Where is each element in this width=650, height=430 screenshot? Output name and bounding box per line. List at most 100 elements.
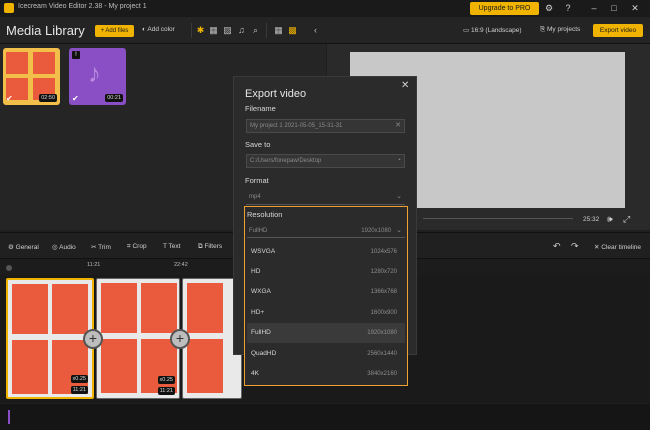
resolution-option[interactable]: HD 1280x720 xyxy=(247,262,405,282)
audio-track[interactable] xyxy=(0,404,650,430)
seek-bar[interactable] xyxy=(423,218,573,219)
chevron-down-icon: ⌄ xyxy=(396,193,402,200)
save-to-label: Save to xyxy=(245,140,271,149)
my-projects-button[interactable]: ⎘ My projects xyxy=(540,26,580,34)
clear-timeline-button[interactable]: ✕ Clear timeline xyxy=(594,243,641,251)
app-logo-icon xyxy=(4,3,14,13)
option-value: 1366x768 xyxy=(370,289,397,295)
aspect-ratio-button[interactable]: ▭ 16:9 (Landscape) xyxy=(463,26,522,34)
divider xyxy=(266,23,267,38)
option-value: 1920x1080 xyxy=(367,330,397,336)
add-transition-button[interactable]: + xyxy=(83,329,103,349)
fullscreen-icon[interactable]: ⤢ xyxy=(623,214,630,225)
divider xyxy=(191,23,192,38)
help-icon[interactable]: ? xyxy=(563,3,573,13)
tool-label: Crop xyxy=(132,243,147,250)
chevron-down-icon: ⌄ xyxy=(396,227,402,234)
minimize-icon[interactable]: – xyxy=(589,3,599,13)
playhead xyxy=(8,410,10,424)
add-color-button[interactable]: ◐ Add color xyxy=(142,26,175,33)
general-tool[interactable]: ⚙ General xyxy=(8,243,39,251)
image-filter-icon[interactable]: ▨ xyxy=(222,25,233,36)
upgrade-button[interactable]: Upgrade to PRO xyxy=(470,2,539,15)
option-name: HD+ xyxy=(251,309,265,316)
clip-duration: 11:21 xyxy=(70,386,88,394)
folder-icon[interactable]: ◔ xyxy=(397,155,401,167)
filename-value: My project 1 2021-05-05_15-31-31 xyxy=(250,123,343,129)
preview-timecode: 25:32 xyxy=(583,216,600,223)
window-title: Icecream Video Editor 2.38 - My project … xyxy=(18,3,147,10)
save-to-field[interactable]: C:/Users/fonepaw/Desktop ◔ xyxy=(246,154,405,168)
option-value: 2560x1440 xyxy=(367,351,397,357)
clear-timeline-label: Clear timeline xyxy=(601,244,642,251)
resolution-label: Resolution xyxy=(247,210,283,219)
title-bar: Icecream Video Editor 2.38 - My project … xyxy=(0,0,650,17)
redo-icon[interactable]: ↷ xyxy=(571,241,579,252)
search-icon[interactable]: ⌕ xyxy=(250,25,261,36)
volume-icon[interactable]: 🕪 xyxy=(607,214,613,225)
save-to-value: C:/Users/fonepaw/Desktop xyxy=(250,158,322,164)
resolution-option[interactable]: WSVGA 1024x576 xyxy=(247,242,405,262)
filename-field[interactable]: My project 1 2021-05-05_15-31-31 ✕ xyxy=(246,119,405,133)
clip-speed: x0.25 xyxy=(70,375,88,383)
resolution-select[interactable]: FullHD 1920x1080 ⌄ xyxy=(247,224,405,238)
undo-icon[interactable]: ↶ xyxy=(553,241,561,252)
collapse-panel-icon[interactable]: ‹ xyxy=(310,25,321,36)
resolution-option-selected[interactable]: FullHD 1920x1080 xyxy=(247,323,405,343)
option-name: WXGA xyxy=(251,288,271,295)
tool-label: Text xyxy=(168,243,181,250)
info-icon[interactable]: ! xyxy=(72,51,80,59)
video-filter-icon[interactable]: ▦ xyxy=(208,25,219,36)
timeline-clip[interactable]: x0.25 11:21 xyxy=(96,278,180,399)
resolution-option[interactable]: 4K 3840x2160 xyxy=(247,364,405,384)
resolution-option[interactable]: QuadHD 2560x1440 xyxy=(247,344,405,364)
close-icon[interactable]: ✕ xyxy=(401,80,409,91)
ruler-tick-label: 22:42 xyxy=(174,262,188,268)
resolution-dropdown: Resolution FullHD 1920x1080 ⌄ WSVGA 1024x… xyxy=(244,206,408,386)
format-label: Format xyxy=(245,176,269,185)
clear-icon[interactable]: ✕ xyxy=(395,120,401,132)
playhead-handle[interactable] xyxy=(6,265,12,271)
format-select[interactable]: mp4 ⌄ xyxy=(246,191,405,205)
all-filter-icon[interactable]: ✱ xyxy=(195,25,206,36)
list-view-icon[interactable]: ▩ xyxy=(287,25,298,36)
check-icon: ✔ xyxy=(72,94,79,103)
resolution-selected-value: 1920x1080 xyxy=(361,228,391,234)
media-library-title: Media Library xyxy=(6,23,85,38)
format-value: mp4 xyxy=(249,194,261,200)
add-files-button[interactable]: + Add files xyxy=(95,25,134,37)
add-transition-button[interactable]: + xyxy=(170,329,190,349)
audio-filter-icon[interactable]: ♫ xyxy=(236,25,247,36)
option-name: FullHD xyxy=(251,329,271,336)
audio-tool[interactable]: ◎ Audio xyxy=(52,243,76,251)
tool-label: General xyxy=(15,244,39,251)
tool-label: Filters xyxy=(204,243,223,250)
text-tool[interactable]: T Text xyxy=(163,243,180,250)
grid-view-icon[interactable]: ▦ xyxy=(273,25,284,36)
export-video-button[interactable]: Export video xyxy=(593,24,643,37)
clip-duration: 11:21 xyxy=(157,387,175,395)
maximize-icon[interactable]: □ xyxy=(609,3,619,13)
trim-tool[interactable]: ✂ Trim xyxy=(91,243,111,251)
resolution-option[interactable]: WXGA 1366x768 xyxy=(247,282,405,302)
option-value: 1600x900 xyxy=(370,310,397,316)
close-icon[interactable]: ✕ xyxy=(630,3,640,13)
option-value: 1024x576 xyxy=(370,249,397,255)
crop-tool[interactable]: ⌗ Crop xyxy=(127,243,147,251)
option-value: 1280x720 xyxy=(370,269,397,275)
dialog-title: Export video xyxy=(245,88,307,100)
option-name: QuadHD xyxy=(251,350,277,357)
filters-tool[interactable]: ⧉ Filters xyxy=(198,243,222,251)
media-thumbnail[interactable]: ✔ 02:50 xyxy=(3,48,60,105)
tool-label: Trim xyxy=(98,244,111,251)
option-value: 3840x2160 xyxy=(367,371,397,377)
settings-icon[interactable]: ⚙ xyxy=(544,3,554,13)
resolution-selected-name: FullHD xyxy=(249,228,268,234)
timeline-clip[interactable]: x0.25 11:21 xyxy=(6,278,94,399)
resolution-option[interactable]: HD+ 1600x900 xyxy=(247,303,405,323)
my-projects-label: My projects xyxy=(547,26,581,33)
filename-label: Filename xyxy=(245,104,276,113)
media-thumbnail[interactable]: ! ♪ ✔ 00:21 xyxy=(69,48,126,105)
media-duration: 02:50 xyxy=(39,94,57,102)
option-name: 4K xyxy=(251,370,259,377)
